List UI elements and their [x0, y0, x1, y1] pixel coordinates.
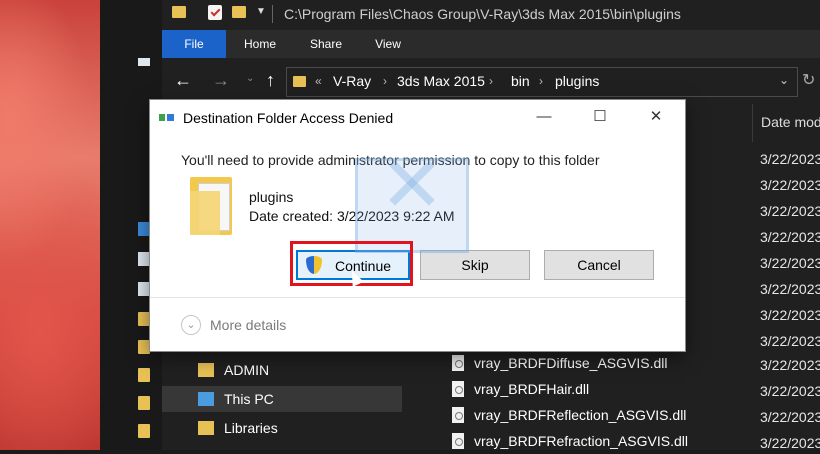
tab-file[interactable]: File — [162, 30, 226, 58]
skip-label: Skip — [461, 257, 489, 273]
ribbon-tabs: File Home Share View — [162, 30, 820, 58]
cancel-label: Cancel — [577, 257, 621, 273]
navigation-bar: ← → ⌄ ↑ « V-Ray › 3ds Max 2015 › bin › p… — [162, 58, 820, 104]
file-row[interactable]: vray_BRDFRefraction_ASGVIS.dll — [452, 430, 752, 454]
dialog-title: Destination Folder Access Denied — [183, 110, 394, 126]
file-name: vray_BRDFDiffuse_ASGVIS.dll — [474, 355, 668, 371]
file-row[interactable]: vray_BRDFHair.dll — [452, 378, 752, 402]
chevron-down-icon[interactable]: ⌄ — [181, 315, 201, 335]
tab-view[interactable]: View — [358, 30, 418, 58]
folder-icon — [138, 396, 150, 410]
breadcrumb-overflow-icon[interactable]: « — [315, 74, 322, 88]
desktop-icon — [138, 252, 150, 266]
tab-home[interactable]: Home — [226, 30, 294, 58]
drive-icon — [138, 58, 150, 66]
chevron-right-icon[interactable]: › — [489, 74, 493, 88]
date-cell: 3/22/2023 — [760, 333, 820, 349]
forward-arrow-icon[interactable]: → — [212, 70, 230, 91]
date-cell: 3/22/2023 — [760, 255, 820, 271]
desktop-wallpaper — [0, 0, 100, 450]
quick-access-caret-icon[interactable]: ▼ — [256, 6, 266, 17]
nav-item-label: Libraries — [224, 420, 278, 436]
date-cell: 3/22/2023 — [760, 409, 820, 425]
chevron-right-icon[interactable]: › — [383, 74, 387, 88]
folder-icon — [138, 424, 150, 438]
new-folder-icon[interactable] — [232, 6, 246, 18]
date-cell: 3/22/2023 — [760, 357, 820, 373]
date-cell: 3/22/2023 — [760, 151, 820, 167]
dll-file-icon — [452, 381, 464, 397]
user-folder-icon — [198, 363, 214, 377]
computer-icon — [198, 392, 214, 406]
tab-share[interactable]: Share — [294, 30, 358, 58]
tools-watermark-icon — [355, 158, 469, 253]
up-arrow-icon[interactable]: ↑ — [266, 70, 275, 91]
explorer-titlebar: ▼ C:\Program Files\Chaos Group\V-Ray\3ds… — [162, 0, 820, 30]
properties-check-icon[interactable] — [208, 5, 222, 20]
breadcrumb-vray[interactable]: V-Ray — [333, 73, 371, 89]
file-name: vray_BRDFRefraction_ASGVIS.dll — [474, 433, 688, 449]
dll-file-icon — [452, 355, 464, 371]
date-cell: 3/22/2023 — [760, 177, 820, 193]
date-cell: 3/22/2023 — [760, 307, 820, 323]
nav-item-label: This PC — [224, 391, 274, 407]
address-bar[interactable]: « V-Ray › 3ds Max 2015 › bin › plugins ⌄ — [286, 67, 798, 97]
breadcrumb-3dsmax[interactable]: 3ds Max 2015 — [397, 73, 485, 89]
date-cell: 3/22/2023 — [760, 229, 820, 245]
date-cell: 3/22/2023 — [760, 203, 820, 219]
back-arrow-icon[interactable]: ← — [174, 70, 192, 91]
column-header-date-modified[interactable]: Date mod — [752, 104, 820, 142]
nav-item-label: ADMIN — [224, 362, 270, 378]
folder-icon — [138, 368, 150, 382]
folder-icon — [172, 6, 186, 18]
minimize-button[interactable]: — — [528, 106, 560, 128]
file-copy-icon — [159, 112, 175, 124]
chevron-right-icon[interactable]: › — [539, 74, 543, 88]
column-header-label: Date mod — [761, 114, 820, 130]
file-name: vray_BRDFReflection_ASGVIS.dll — [474, 407, 687, 423]
recent-locations-icon[interactable]: ⌄ — [246, 73, 254, 84]
breadcrumb-bin[interactable]: bin — [511, 73, 530, 89]
date-cell: 3/22/2023 — [760, 435, 820, 451]
refresh-icon[interactable]: ↻ — [802, 70, 815, 90]
file-row[interactable]: vray_BRDFReflection_ASGVIS.dll — [452, 404, 752, 428]
folder-name: plugins — [249, 189, 294, 205]
cancel-button[interactable]: Cancel — [544, 250, 654, 280]
folder-icon — [190, 177, 232, 235]
nav-item-this-pc[interactable]: This PC — [162, 386, 402, 412]
file-name: vray_BRDFHair.dll — [474, 381, 590, 397]
dll-file-icon — [452, 433, 464, 449]
folder-icon — [138, 312, 150, 326]
date-cell: 3/22/2023 — [760, 281, 820, 297]
maximize-button[interactable]: ☐ — [584, 106, 616, 128]
date-cell: 3/22/2023 — [760, 383, 820, 399]
divider — [150, 297, 685, 298]
skip-button[interactable]: Skip — [420, 250, 530, 280]
chevron-down-icon[interactable]: ⌄ — [779, 73, 789, 87]
folder-icon — [293, 76, 306, 87]
document-icon — [138, 282, 150, 296]
file-row[interactable]: vray_BRDFDiffuse_ASGVIS.dll — [452, 352, 752, 376]
nav-item-admin[interactable]: ADMIN — [162, 357, 402, 383]
nav-item-libraries[interactable]: Libraries — [162, 415, 402, 441]
dll-file-icon — [452, 407, 464, 423]
library-icon — [198, 421, 214, 435]
more-details-link[interactable]: More details — [210, 317, 286, 333]
window-title-path: C:\Program Files\Chaos Group\V-Ray\3ds M… — [284, 6, 681, 22]
folder-icon — [138, 340, 150, 354]
breadcrumb-plugins[interactable]: plugins — [555, 73, 599, 89]
divider — [272, 5, 273, 23]
cloud-icon — [138, 222, 150, 236]
close-button[interactable]: ✕ — [640, 106, 672, 128]
